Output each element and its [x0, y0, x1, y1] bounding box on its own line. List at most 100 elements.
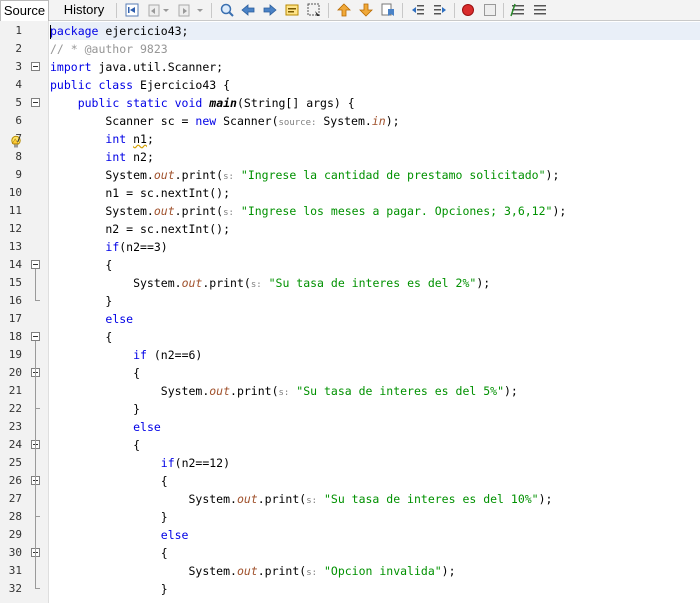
code-line[interactable]: package ejercicio43;	[50, 22, 700, 40]
code-token: int	[105, 132, 127, 146]
code-token: System.	[50, 204, 154, 218]
code-line[interactable]: }	[50, 400, 700, 418]
fold-toggle[interactable]	[31, 260, 40, 269]
fold-end-marker	[35, 300, 40, 301]
code-line[interactable]: }	[50, 580, 700, 598]
shift-left-icon[interactable]	[410, 2, 426, 18]
toolbar-separator	[503, 3, 504, 18]
code-token: ;	[146, 132, 154, 146]
line-number: 29	[8, 528, 22, 541]
back-icon[interactable]	[146, 2, 162, 18]
code-line[interactable]: {	[50, 436, 700, 454]
tab-history[interactable]: History	[56, 0, 112, 21]
previous-bookmark-icon[interactable]	[336, 2, 352, 18]
rectangle-selection-icon[interactable]	[306, 2, 322, 18]
stop-macro-recording-icon[interactable]	[482, 2, 498, 18]
toggle-highlight-icon[interactable]	[284, 2, 300, 18]
tab-source[interactable]: Source	[0, 0, 49, 21]
code-line[interactable]: {	[50, 256, 700, 274]
code-line[interactable]: System.out.print(s: "Su tasa de interes …	[50, 382, 700, 400]
uncomment-icon[interactable]	[532, 2, 548, 18]
code-token: out	[236, 564, 258, 578]
code-line[interactable]: public static void main(String[] args) {	[50, 94, 700, 112]
code-token: System.	[50, 564, 237, 578]
code-line[interactable]: else	[50, 310, 700, 328]
code-line[interactable]: System.out.print(s: "Ingrese los meses a…	[50, 202, 700, 220]
find-next-icon[interactable]	[262, 2, 278, 18]
line-number: 10	[8, 186, 22, 199]
code-line[interactable]: System.out.print(s: "Su tasa de interes …	[50, 274, 700, 292]
fold-toggle[interactable]	[31, 62, 40, 71]
fold-toggle[interactable]	[31, 98, 40, 107]
comment-icon[interactable]	[510, 2, 526, 18]
fold-toggle[interactable]	[31, 332, 40, 341]
code-token: java.util.Scanner;	[91, 60, 224, 74]
code-token: n1	[133, 132, 147, 146]
code-token: );	[385, 114, 400, 128]
fold-end-marker	[35, 588, 40, 589]
line-number: 12	[8, 222, 22, 235]
start-macro-recording-icon[interactable]	[460, 2, 476, 18]
forward-icon[interactable]	[176, 2, 192, 18]
code-line[interactable]: }	[50, 292, 700, 310]
code-token: (n2==6)	[146, 348, 203, 362]
code-line[interactable]: else	[50, 526, 700, 544]
code-line[interactable]: {	[50, 544, 700, 562]
toggle-bookmark-icon[interactable]	[380, 2, 396, 18]
forward-dropdown-icon[interactable]	[196, 2, 204, 18]
code-line[interactable]: n2 = sc.nextInt();	[50, 220, 700, 238]
code-line[interactable]: int n1;	[50, 130, 700, 148]
find-previous-icon[interactable]	[240, 2, 256, 18]
line-number: 17	[8, 312, 22, 325]
code-line[interactable]: if(n2==12)	[50, 454, 700, 472]
code-line[interactable]: if(n2==3)	[50, 238, 700, 256]
code-line[interactable]: // * @author 9823	[50, 40, 700, 58]
code-line[interactable]: {	[50, 472, 700, 490]
code-line[interactable]: }	[50, 508, 700, 526]
line-number: 11	[8, 204, 22, 217]
code-line[interactable]: else	[50, 418, 700, 436]
last-edit-icon[interactable]	[124, 2, 140, 18]
code-line[interactable]: import java.util.Scanner;	[50, 58, 700, 76]
code-token: int	[105, 150, 127, 164]
next-bookmark-icon[interactable]	[358, 2, 374, 18]
code-token: if	[133, 348, 147, 362]
code-token: .print(	[174, 204, 224, 218]
code-token: "Su tasa de interes es del 5%"	[296, 384, 504, 398]
line-number: 27	[8, 492, 22, 505]
code-token: .print(	[257, 492, 307, 506]
code-token: }	[50, 582, 168, 596]
code-token: ejercicio43;	[98, 24, 189, 38]
code-line[interactable]: System.out.print(s: "Su tasa de interes …	[50, 490, 700, 508]
code-line[interactable]: public class Ejercicio43 {	[50, 76, 700, 94]
fold-guide	[35, 269, 36, 300]
code-line[interactable]: Scanner sc = new Scanner(source: System.…	[50, 112, 700, 130]
code-line[interactable]: n1 = sc.nextInt();	[50, 184, 700, 202]
toolbar-separator	[402, 3, 403, 18]
code-line[interactable]: System.out.print(s: "Ingrese la cantidad…	[50, 166, 700, 184]
shift-right-icon[interactable]	[432, 2, 448, 18]
find-selection-icon[interactable]	[219, 2, 235, 18]
line-number: 4	[15, 78, 22, 91]
code-line[interactable]: {	[50, 328, 700, 346]
code-token: "Su tasa de interes es del 10%"	[323, 492, 539, 506]
fold-end-marker	[35, 516, 40, 517]
line-number-gutter: 1 2 3 4 5 6 7 8 9 10 11 12 13 14 15 16 17 18 19 20 21 22 23 24 2…	[0, 21, 49, 603]
code-line[interactable]: if (n2==6)	[50, 346, 700, 364]
code-line[interactable]: int n2;	[50, 148, 700, 166]
code-line[interactable]: {	[50, 364, 700, 382]
editor-toolbar: Source History	[0, 0, 700, 21]
code-editor[interactable]: package ejercicio43; // * @author 9823 imp…	[50, 21, 700, 603]
back-dropdown-icon[interactable]	[162, 2, 170, 18]
code-token: in	[371, 114, 386, 128]
code-line[interactable]: System.out.print(s: "Opcion invalida");	[50, 562, 700, 580]
line-number: 21	[8, 384, 22, 397]
code-token: out	[153, 168, 175, 182]
code-token: .print(	[257, 564, 307, 578]
line-number: 7	[15, 132, 22, 145]
